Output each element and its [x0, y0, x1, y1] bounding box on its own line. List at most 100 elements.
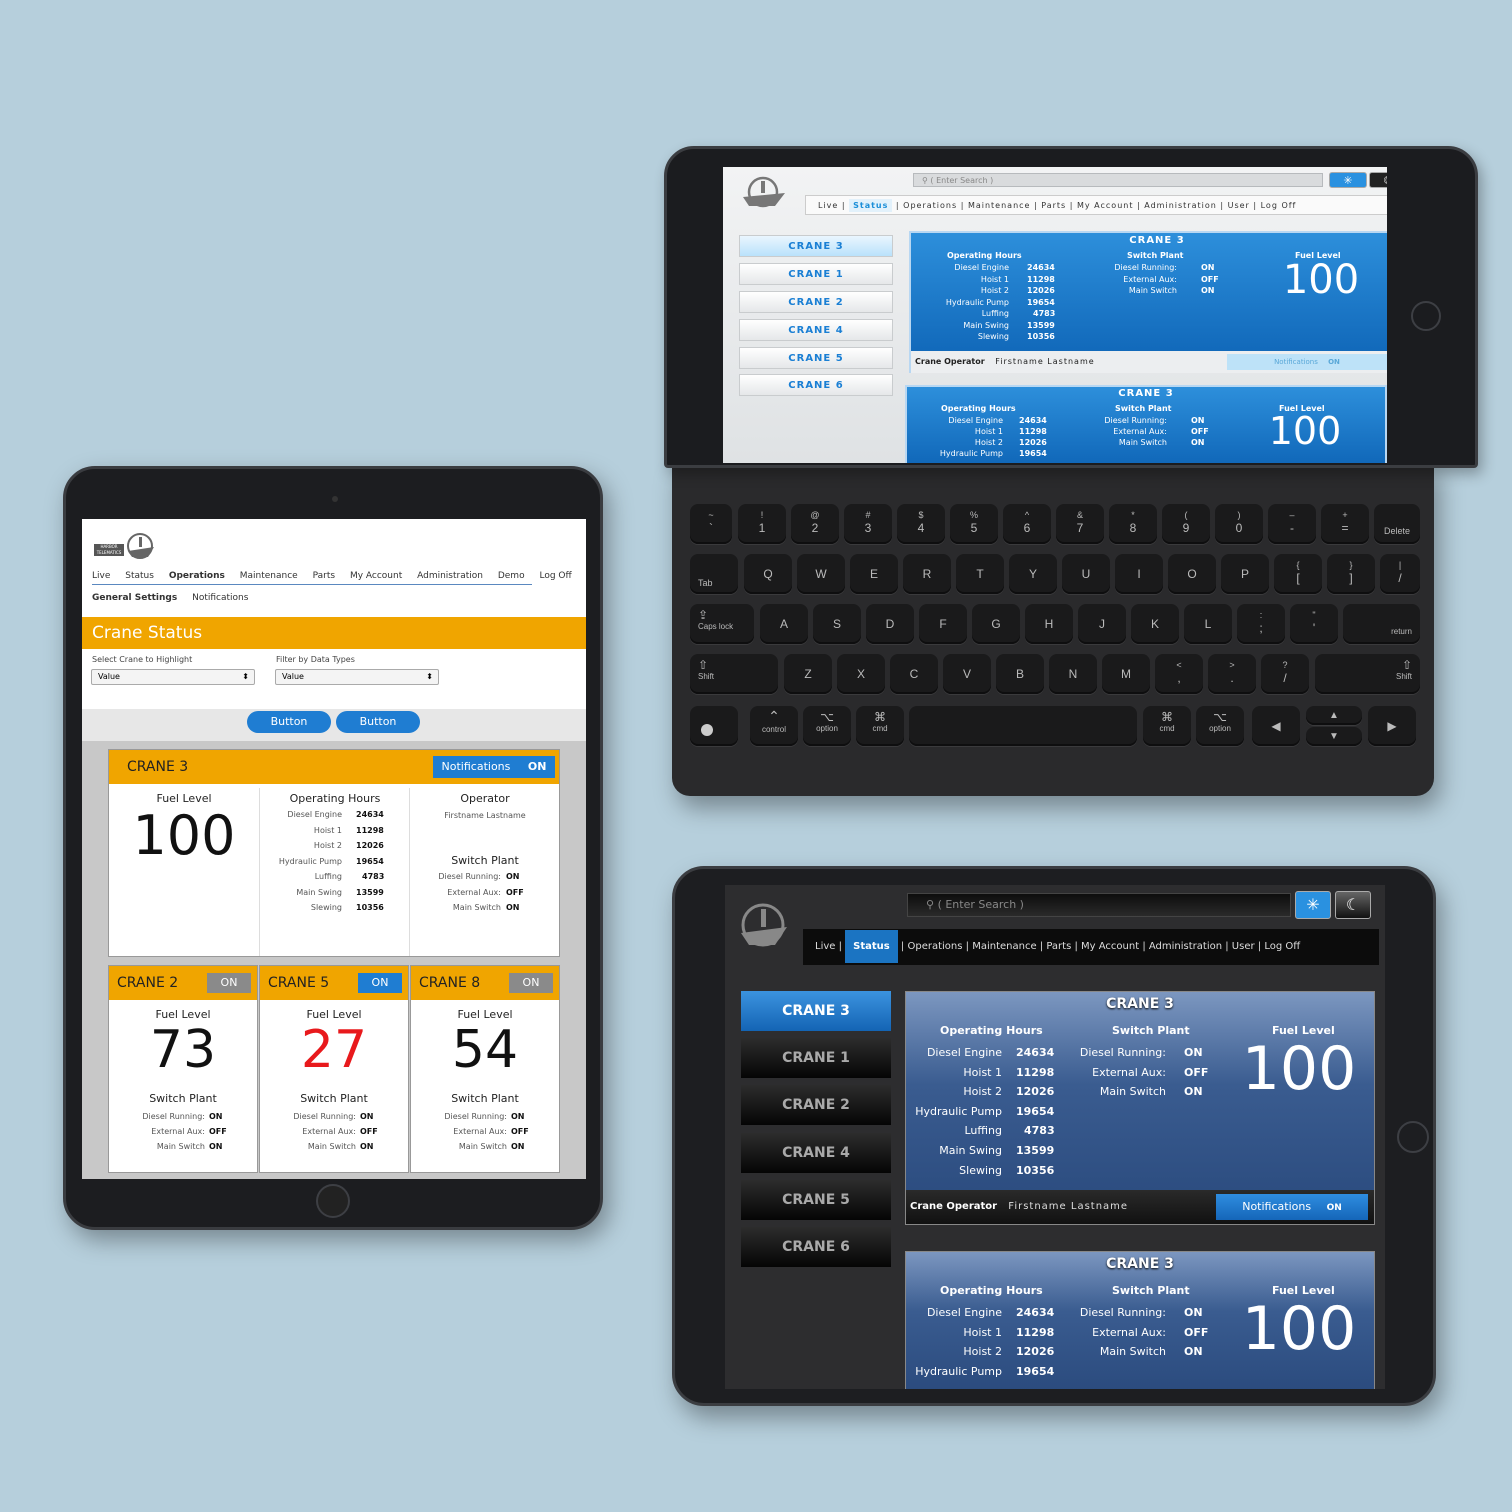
key[interactable]: O	[1168, 554, 1216, 594]
sidebar-item-crane-6[interactable]: CRANE 6	[741, 1227, 891, 1267]
sidebar-item-crane-3[interactable]: CRANE 3	[741, 991, 891, 1031]
key[interactable]: E	[850, 554, 898, 594]
key[interactable]: S	[813, 604, 861, 644]
key[interactable]: Q	[744, 554, 792, 594]
day-mode-button[interactable]: ✳	[1295, 891, 1331, 919]
nav-my-account[interactable]: My Account	[350, 571, 402, 581]
sidebar-item-crane-4[interactable]: CRANE 4	[739, 319, 893, 341]
key[interactable]: J	[1078, 604, 1126, 644]
sidebar-item-crane-1[interactable]: CRANE 1	[739, 263, 893, 285]
state-toggle[interactable]: ON	[358, 973, 402, 993]
nav-operations[interactable]: Operations	[903, 201, 957, 210]
key[interactable]: & 7	[1056, 504, 1104, 544]
nav-live[interactable]: Live	[818, 201, 838, 210]
key[interactable]: $4	[897, 504, 945, 544]
key[interactable]: – -	[1268, 504, 1316, 544]
key[interactable]: M	[1102, 654, 1150, 694]
key[interactable]: ^ 6	[1003, 504, 1051, 544]
nav-status[interactable]: Status	[845, 930, 898, 963]
nav-status[interactable]: Status	[125, 571, 154, 581]
state-toggle[interactable]: ON	[509, 973, 553, 993]
cmd-key-left[interactable]: ⌘ cmd	[856, 706, 904, 746]
key[interactable]: K	[1131, 604, 1179, 644]
nav-status[interactable]: Status	[849, 199, 893, 212]
sidebar-item-crane-6[interactable]: CRANE 6	[739, 374, 893, 396]
key[interactable]: >.	[1208, 654, 1256, 694]
sidebar-item-crane-2[interactable]: CRANE 2	[741, 1085, 891, 1125]
nav-log-off[interactable]: Log Off	[1264, 941, 1300, 952]
option-key-left[interactable]: ⌥ option	[803, 706, 851, 746]
nav-demo[interactable]: Demo	[498, 571, 525, 581]
return-key[interactable]: return	[1343, 604, 1420, 644]
subnav-general-settings[interactable]: General Settings	[92, 593, 177, 603]
delete-key[interactable]: Delete	[1374, 504, 1420, 544]
sidebar-item-crane-1[interactable]: CRANE 1	[741, 1038, 891, 1078]
caps-lock-key[interactable]: ⇪ Caps lock	[690, 604, 754, 644]
key[interactable]: I	[1115, 554, 1163, 594]
nav-maintenance[interactable]: Maintenance	[972, 941, 1036, 952]
key[interactable]: ) 0	[1215, 504, 1263, 544]
nav-live[interactable]: Live	[92, 571, 110, 581]
home-button[interactable]	[1411, 301, 1441, 331]
nav-parts[interactable]: Parts	[313, 571, 335, 581]
night-mode-button[interactable]: ☾	[1335, 891, 1371, 919]
nav-user[interactable]: User	[1232, 941, 1255, 952]
key[interactable]: A	[760, 604, 808, 644]
key[interactable]: R	[903, 554, 951, 594]
sidebar-item-crane-4[interactable]: CRANE 4	[741, 1133, 891, 1173]
key[interactable]: V	[943, 654, 991, 694]
key[interactable]: {[	[1274, 554, 1322, 594]
sidebar-item-crane-5[interactable]: CRANE 5	[741, 1180, 891, 1220]
notifications-toggle[interactable]: Notifications ON	[1216, 1194, 1368, 1220]
nav-maintenance[interactable]: Maintenance	[968, 201, 1031, 210]
key[interactable]: L	[1184, 604, 1232, 644]
nav-my-account[interactable]: My Account	[1081, 941, 1139, 952]
arrow-left-key[interactable]: ◀	[1252, 706, 1300, 746]
key[interactable]: N	[1049, 654, 1097, 694]
key[interactable]: D	[866, 604, 914, 644]
key[interactable]: Z	[784, 654, 832, 694]
nav-live[interactable]: Live	[815, 941, 835, 952]
sidebar-item-crane-3[interactable]: CRANE 3	[739, 235, 893, 257]
primary-button-2[interactable]: Button	[336, 711, 420, 733]
nav-log-off[interactable]: Log Off	[539, 571, 571, 581]
notifications-toggle[interactable]: Notifications ON	[433, 756, 555, 778]
home-button[interactable]	[316, 1184, 350, 1218]
key[interactable]: }]	[1327, 554, 1375, 594]
night-mode-button[interactable]: ☾	[1369, 172, 1387, 188]
key[interactable]: :;	[1237, 604, 1285, 644]
key[interactable]: @2	[791, 504, 839, 544]
key[interactable]: * 8	[1109, 504, 1157, 544]
key[interactable]: U	[1062, 554, 1110, 594]
search-input[interactable]: ⚲ ( Enter Search )	[907, 893, 1291, 917]
globe-key[interactable]	[690, 706, 738, 746]
primary-button-1[interactable]: Button	[247, 711, 331, 733]
arrow-up-key[interactable]: ▲	[1306, 706, 1362, 725]
cmd-key-right[interactable]: ⌘ cmd	[1143, 706, 1191, 746]
nav-log-off[interactable]: Log Off	[1261, 201, 1297, 210]
nav-operations[interactable]: Operations	[169, 571, 225, 581]
state-toggle[interactable]: ON	[207, 973, 251, 993]
key[interactable]: + =	[1321, 504, 1369, 544]
subnav-notifications[interactable]: Notifications	[192, 593, 248, 603]
arrow-right-key[interactable]: ▶	[1368, 706, 1416, 746]
home-button[interactable]	[1397, 1121, 1429, 1153]
notifications-toggle[interactable]: Notifications ON	[1227, 354, 1387, 370]
shift-key-left[interactable]: ⇧ Shift	[690, 654, 778, 694]
shift-key-right[interactable]: ⇧ Shift	[1315, 654, 1420, 694]
nav-administration[interactable]: Administration	[417, 571, 483, 581]
key[interactable]: % 5	[950, 504, 998, 544]
filter-data-dropdown[interactable]: Value ⬍	[275, 669, 439, 685]
nav-parts[interactable]: Parts	[1046, 941, 1071, 952]
key[interactable]: <,	[1155, 654, 1203, 694]
option-key-right[interactable]: ⌥ option	[1196, 706, 1244, 746]
key[interactable]: ! 1	[738, 504, 786, 544]
key[interactable]: Y	[1009, 554, 1057, 594]
key[interactable]: F	[919, 604, 967, 644]
sidebar-item-crane-5[interactable]: CRANE 5	[739, 347, 893, 369]
tab-key[interactable]: Tab	[690, 554, 738, 594]
key[interactable]: ? /	[1261, 654, 1309, 694]
key[interactable]: #3	[844, 504, 892, 544]
key[interactable]: B	[996, 654, 1044, 694]
search-input[interactable]: ⚲ ( Enter Search )	[913, 173, 1323, 187]
